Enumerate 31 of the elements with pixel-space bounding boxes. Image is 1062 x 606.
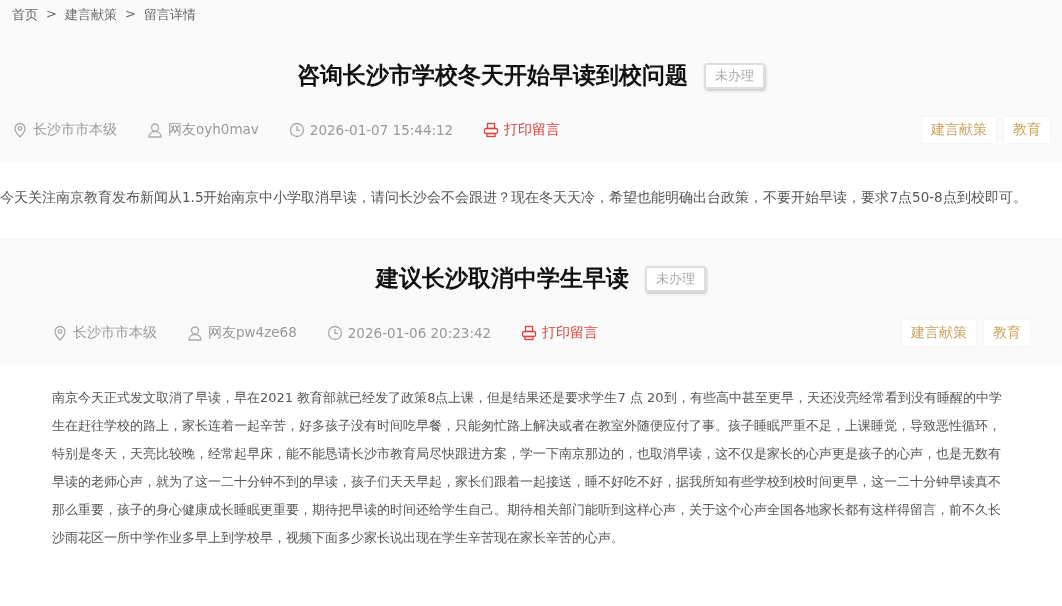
location-text: 长沙市市本级 [73,324,157,342]
post-body: 今天关注南京教育发布新闻从1.5开始南京中小学取消早读，请问长沙会不会跟进？现在冬天天冷，希望也能明确出台政策，不要开始早读，要求7点50-8点到校即可。 [0,188,1028,207]
printer-icon[interactable] [521,325,538,341]
location-pin-icon [52,325,68,341]
clock-icon [288,122,305,138]
location-pin-icon [12,122,28,138]
breadcrumb-link[interactable]: 留言详情 [143,6,196,28]
breadcrumb-separator: > [124,6,136,23]
location-text: 长沙市市本级 [33,121,117,139]
user-icon [147,122,163,138]
breadcrumb-link[interactable]: 建言献策 [64,6,117,28]
user-icon [187,325,203,341]
time-text: 2026-01-06 20:23:42 [347,325,492,341]
breadcrumb-separator: > [46,6,57,23]
status-badge: 未办理 [645,265,706,292]
post-title: 咨询长沙市学校冬天开始早读到校问题 [297,61,688,90]
post-body: 南京今天正式发文取消了早读，早在2021 教育部就已经发了政策8点上课，但是结果还是要求学生7 点 20到，有些高中甚至更早，天还没亮经常看到没有睡醒的中学生在赶往学校的路上，家长连着一起辛苦，好多孩子没有时间吃早餐，只能匆忙路上解决或者在教室外随便应付了事。孩子睡眠严重不足，上课睡觉，导致恶性循环，特别是冬天，天亮比较晚，经常起早床，能不能恳请长沙市教育局尽快跟进方案，学一下南京那边的，也取消早读，这不仅是家长的心声更是孩子的心声，也是无数有早读的老师心声，就为了这一二十分钟不到的早读，孩子们天天早起，家长们跟着一起接送，睡不好吃不好，据我所知有些学校到校时间更早，这一二十分钟早读真不那么重要，孩子的身心健康成长睡眠更重要，期待把早读的时间还给学生自己。期待相关部门能听到这样心声，关于这个心声全国各地家长都有这样得留言，前不久长沙雨花区一所中学作业多早上到学校早，视频下面多少家长说出现在学生辛苦现在家长辛苦的心声。 [51,389,1003,547]
print-link[interactable]: 打印留言 [504,121,561,139]
category-tag[interactable]: 教育 [984,320,1030,346]
print-link[interactable]: 打印留言 [542,324,599,342]
category-tag[interactable]: 教育 [1004,117,1050,143]
time-text: 2026-01-07 15:44:12 [309,122,454,138]
post-title: 建议长沙取消中学生早读 [376,264,629,293]
author-text: 网友pw4ze68 [208,324,297,342]
printer-icon[interactable] [483,122,500,138]
category-tag[interactable]: 建言献策 [922,117,996,143]
category-tag[interactable]: 建言献策 [902,320,976,346]
clock-icon [326,325,343,341]
author-text: 网友oyh0mav [168,121,259,139]
breadcrumb-link[interactable]: 首页 [12,6,38,28]
status-badge: 未办理 [704,62,765,89]
